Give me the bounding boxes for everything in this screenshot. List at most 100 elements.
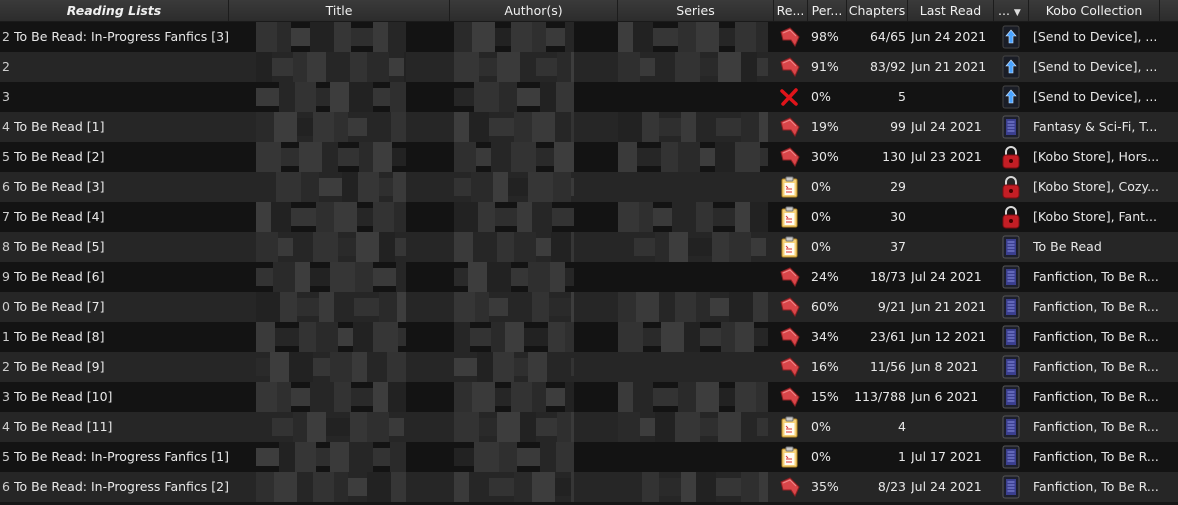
sort-descending-icon: ▼ xyxy=(1013,8,1021,18)
reading-list-cell xyxy=(14,82,244,112)
kobo-store-lock-icon xyxy=(1000,145,1022,169)
chapters-cell: 1 xyxy=(898,449,906,464)
clipboard-icon xyxy=(778,416,802,438)
book-row[interactable]: 3 To Be Read [10] 15% 113/788 Jun 6 2021 Fanf… xyxy=(0,382,1178,412)
kobo-collection-cell: Fantasy & Sci-Fi, T... xyxy=(1033,119,1158,134)
kobo-collection-cell: Fanfiction, To Be R... xyxy=(1033,389,1159,404)
kobo-collection-cell: [Send to Device], ... xyxy=(1033,29,1158,44)
chapters-cell: 83/92 xyxy=(869,59,906,74)
reading-list-cell: To Be Read [9] xyxy=(14,359,105,374)
ereader-device-icon xyxy=(1000,355,1022,379)
book-row[interactable]: 5 To Be Read: In-Progress Fanfics [1] 0% 1 J… xyxy=(0,442,1178,472)
kobo-collection-cell: Fanfiction, To Be R... xyxy=(1033,449,1159,464)
chapters-cell: 11/56 xyxy=(869,359,906,374)
last-read-cell: Jul 17 2021 xyxy=(911,449,982,464)
book-row[interactable]: 4 To Be Read [1] 19% 99 Jul 24 2021 Fantasy &… xyxy=(0,112,1178,142)
author-cell-redacted xyxy=(454,472,574,502)
send-to-device-icon xyxy=(1000,25,1022,49)
row-number: 0 xyxy=(2,299,10,314)
author-cell-redacted xyxy=(454,232,574,262)
book-row[interactable]: 4 To Be Read [11] 0% 4 Fanfiction, To Be R..… xyxy=(0,412,1178,442)
percent-read-cell: 0% xyxy=(811,209,831,224)
column-header-authors[interactable]: Author(s) xyxy=(450,0,618,21)
author-cell-redacted xyxy=(454,112,574,142)
chapters-cell: 64/65 xyxy=(869,29,906,44)
percent-read-cell: 19% xyxy=(811,119,839,134)
bookmark-icon xyxy=(778,26,802,48)
book-row[interactable]: 3 0% 5 [Send to Device], ... xyxy=(0,82,1178,112)
column-header-reading-lists[interactable]: Reading Lists xyxy=(0,0,229,21)
send-to-device-icon xyxy=(1000,85,1022,109)
series-cell-redacted xyxy=(618,22,768,52)
book-row[interactable]: 2 91% 83/92 Jun 21 2021 [Send to Device], ..… xyxy=(0,52,1178,82)
author-cell-redacted xyxy=(454,202,574,232)
ereader-device-icon xyxy=(1000,445,1022,469)
series-cell-redacted xyxy=(618,112,768,142)
column-header-title[interactable]: Title xyxy=(229,0,450,21)
reading-list-cell: To Be Read [3] xyxy=(14,179,105,194)
title-cell-redacted xyxy=(256,322,406,352)
last-read-cell: Jul 24 2021 xyxy=(911,479,982,494)
book-row[interactable]: 8 To Be Read [5] 0% 37 To Be Read xyxy=(0,232,1178,262)
title-cell-redacted xyxy=(256,292,406,322)
title-cell-redacted xyxy=(256,352,406,382)
column-header-chapters[interactable]: Chapters xyxy=(847,0,908,21)
book-row[interactable]: 6 To Be Read: In-Progress Fanfics [2] 35% 8… xyxy=(0,472,1178,502)
column-header-read[interactable]: Re... xyxy=(774,0,808,21)
book-row[interactable]: 2 To Be Read [9] 16% 11/56 Jun 8 2021 Fanfict… xyxy=(0,352,1178,382)
kobo-collection-cell: [Kobo Store], Fant... xyxy=(1033,209,1157,224)
column-header-device[interactable]: ... ▼ xyxy=(994,0,1029,21)
author-cell-redacted xyxy=(454,172,574,202)
column-header-series[interactable]: Series xyxy=(618,0,774,21)
series-cell-redacted xyxy=(618,142,768,172)
book-row[interactable]: 1 To Be Read [8] 34% 23/61 Jun 12 2021 Fanfic… xyxy=(0,322,1178,352)
row-number: 5 xyxy=(2,149,10,164)
series-cell-redacted xyxy=(618,472,768,502)
reading-list-cell: To Be Read [6] xyxy=(14,269,105,284)
reading-list-cell: To Be Read [11] xyxy=(14,419,113,434)
book-row[interactable]: 0 To Be Read [7] 60% 9/21 Jun 21 2021 Fanfict… xyxy=(0,292,1178,322)
row-number: 1 xyxy=(2,329,10,344)
kobo-collection-cell: Fanfiction, To Be R... xyxy=(1033,329,1159,344)
percent-read-cell: 30% xyxy=(811,149,839,164)
bookmark-icon xyxy=(778,356,802,378)
percent-read-cell: 34% xyxy=(811,329,839,344)
percent-read-cell: 24% xyxy=(811,269,839,284)
column-header-last-read[interactable]: Last Read xyxy=(908,0,994,21)
percent-read-cell: 15% xyxy=(811,389,839,404)
chapters-cell: 4 xyxy=(898,419,906,434)
last-read-cell xyxy=(911,232,995,262)
series-cell-redacted xyxy=(618,52,768,82)
row-number: 2 xyxy=(2,59,10,74)
percent-read-cell: 0% xyxy=(811,419,831,434)
column-header-percent[interactable]: Per... xyxy=(808,0,847,21)
book-row[interactable]: 6 To Be Read [3] 0% 29 [Kobo Store], Cozy... xyxy=(0,172,1178,202)
column-header-filler xyxy=(1160,0,1178,21)
kobo-collection-cell: To Be Read xyxy=(1033,239,1102,254)
column-header-kobo-collection[interactable]: Kobo Collection xyxy=(1029,0,1160,21)
book-row[interactable]: 5 To Be Read [2] 30% 130 Jul 23 2021 [Kobo St… xyxy=(0,142,1178,172)
bookmark-icon xyxy=(778,56,802,78)
last-read-cell: Jun 21 2021 xyxy=(911,59,987,74)
percent-read-cell: 0% xyxy=(811,239,831,254)
last-read-cell: Jul 24 2021 xyxy=(911,119,982,134)
book-row[interactable]: 2 To Be Read: In-Progress Fanfics [3] 98% 6… xyxy=(0,22,1178,52)
column-header-bar: Reading Lists Title Author(s) Series Re.… xyxy=(0,0,1178,22)
clipboard-icon xyxy=(778,206,802,228)
last-read-cell xyxy=(911,202,995,232)
chapters-cell: 29 xyxy=(890,179,906,194)
chapters-cell: 9/21 xyxy=(877,299,906,314)
book-row[interactable]: 7 To Be Read [4] 0% 30 [Kobo Store], Fant... xyxy=(0,202,1178,232)
book-list-grid[interactable]: Reading Lists Title Author(s) Series Re.… xyxy=(0,0,1178,505)
ereader-device-icon xyxy=(1000,265,1022,289)
percent-read-cell: 0% xyxy=(811,449,831,464)
author-cell-redacted xyxy=(454,292,574,322)
kobo-collection-cell: Fanfiction, To Be R... xyxy=(1033,299,1159,314)
title-cell-redacted xyxy=(256,112,406,142)
column-header-device-label: ... xyxy=(998,3,1010,18)
ereader-device-icon xyxy=(1000,295,1022,319)
bookmark-icon xyxy=(778,296,802,318)
book-row[interactable]: 9 To Be Read [6] 24% 18/73 Jul 24 2021 Fanfic… xyxy=(0,262,1178,292)
reading-list-cell: To Be Read [10] xyxy=(14,389,113,404)
author-cell-redacted xyxy=(454,382,574,412)
